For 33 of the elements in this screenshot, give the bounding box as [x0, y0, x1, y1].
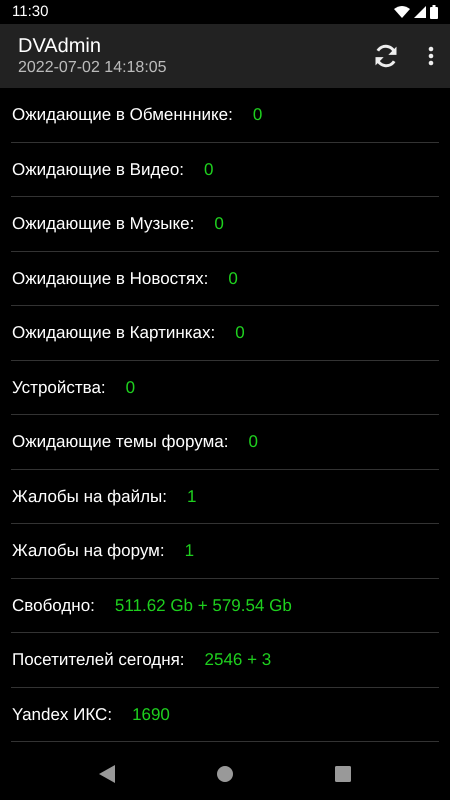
more-options-icon — [428, 46, 434, 66]
home-icon[interactable] — [217, 766, 233, 782]
stat-label: Свободно: — [12, 594, 95, 616]
stat-value: 0 — [248, 431, 258, 453]
stat-value: 1690 — [132, 704, 170, 726]
stat-value: 0 — [214, 213, 224, 235]
stat-value: 0 — [126, 376, 136, 398]
stat-label: Ожидающие в Обменннике: — [12, 104, 233, 126]
app-title: DVAdmin — [18, 34, 102, 58]
stat-value: 0 — [235, 322, 245, 344]
stat-label: Ожидающие в Картинках: — [12, 322, 216, 344]
wifi-icon — [394, 6, 410, 18]
stat-label: Посетителей сегодня: — [12, 649, 185, 671]
stat-label: Ожидающие в Новостях: — [12, 268, 208, 290]
stat-label: Ожидающие темы форума: — [12, 431, 228, 453]
status-time: 11:30 — [12, 2, 48, 22]
stat-value: 1 — [186, 486, 196, 508]
stat-value: 511.62 Gb + 579.54 Gb — [114, 594, 292, 616]
stat-value: 0 — [252, 104, 262, 126]
stat-label: Ожидающие в Музыке: — [12, 213, 194, 235]
stat-label: Жалобы на файлы: — [12, 486, 167, 508]
stat-label: Жалобы на форум: — [12, 540, 165, 562]
stat-value: 0 — [228, 268, 238, 290]
stat-value: 2546 + 3 — [204, 649, 272, 671]
back-icon[interactable] — [99, 765, 115, 783]
battery-icon — [430, 5, 438, 19]
stat-label: Устройства: — [12, 376, 106, 398]
stat-label: Yandex ИКС: — [12, 704, 112, 726]
stat-value: 0 — [204, 158, 214, 180]
last-updated-time: 2022-07-02 14:18:05 — [18, 58, 168, 78]
stat-label: Ожидающие в Видео: — [12, 158, 184, 180]
stat-value: 1 — [184, 540, 194, 562]
signal-icon — [414, 6, 426, 18]
